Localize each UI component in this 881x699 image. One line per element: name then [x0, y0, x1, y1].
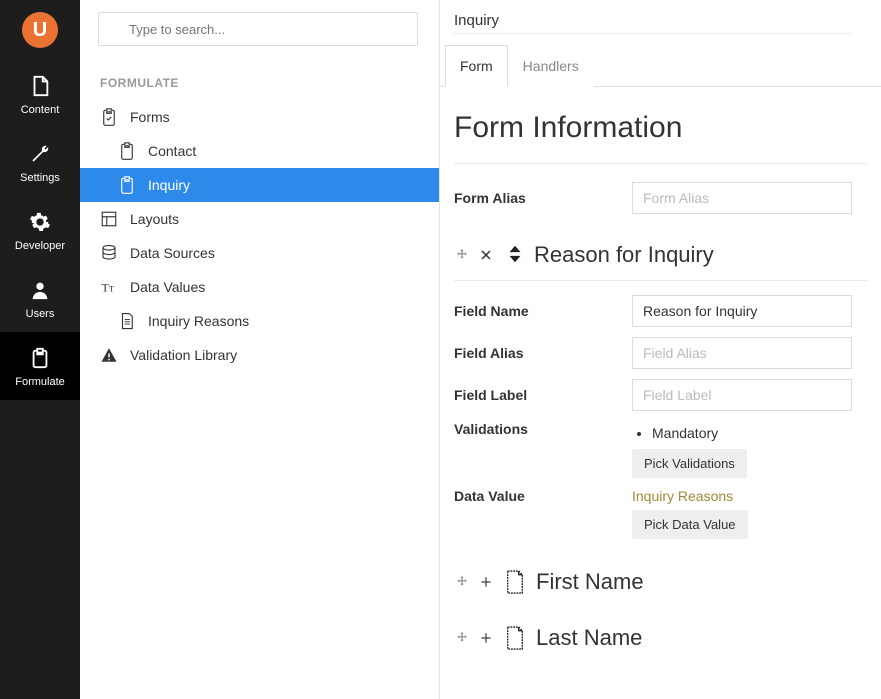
form-alias-input[interactable] [632, 182, 852, 214]
field-alias-label: Field Alias [454, 345, 632, 361]
data-value-text: Inquiry Reasons [632, 488, 852, 504]
tab-form[interactable]: Form [445, 45, 508, 87]
tree-label: Layouts [130, 211, 179, 227]
file-icon [28, 74, 52, 98]
nav-developer[interactable]: Developer [0, 196, 80, 264]
validation-item: Mandatory [652, 425, 852, 441]
move-icon[interactable] [454, 574, 470, 590]
block-title: First Name [536, 569, 644, 595]
nav-label: Developer [15, 240, 65, 252]
nav-label: Users [26, 308, 55, 320]
pick-data-value-button[interactable]: Pick Data Value [632, 510, 748, 539]
plus-icon[interactable] [478, 630, 494, 646]
close-icon[interactable] [478, 247, 494, 263]
validations-list: Mandatory [652, 425, 852, 441]
field-block-header-first-name: First Name [454, 569, 867, 607]
svg-text:T: T [109, 285, 114, 294]
tab-handlers[interactable]: Handlers [508, 45, 594, 87]
nav-settings[interactable]: Settings [0, 128, 80, 196]
field-block-header-reason: Reason for Inquiry [454, 242, 867, 281]
gear-icon [28, 210, 52, 234]
page-icon [504, 625, 526, 651]
form-alias-label: Form Alias [454, 190, 632, 206]
nav-label: Content [21, 104, 60, 116]
doc-icon [118, 312, 136, 330]
tree-panel: FORMULATE Forms Contact Inquiry [80, 0, 440, 699]
nav-label: Formulate [15, 376, 65, 388]
data-value-label: Data Value [454, 488, 632, 504]
nav-users[interactable]: Users [0, 264, 80, 332]
validations-label: Validations [454, 421, 632, 437]
tree-label: Data Values [130, 279, 205, 295]
move-icon[interactable] [454, 630, 470, 646]
field-alias-input[interactable] [632, 337, 852, 369]
app-sidebar: U Content Settings Developer Users [0, 0, 80, 699]
tree-label: Forms [130, 109, 170, 125]
pick-validations-button[interactable]: Pick Validations [632, 449, 747, 478]
block-title: Last Name [536, 625, 642, 651]
tree-item-data-sources[interactable]: Data Sources [80, 236, 439, 270]
tree-label: Inquiry [148, 177, 190, 193]
tree-label: Contact [148, 143, 196, 159]
field-block-header-last-name: Last Name [454, 625, 867, 663]
umbraco-logo-icon: U [22, 12, 58, 48]
warning-icon [100, 346, 118, 364]
tree-item-inquiry[interactable]: Inquiry [80, 168, 439, 202]
tree-item-validation-library[interactable]: Validation Library [80, 338, 439, 372]
clipboard-check-icon [100, 108, 118, 126]
plus-icon[interactable] [478, 574, 494, 590]
block-title: Reason for Inquiry [534, 242, 714, 268]
tree-item-forms[interactable]: Forms [80, 100, 439, 134]
tree: Forms Contact Inquiry Layouts [80, 100, 439, 372]
move-icon[interactable] [454, 247, 470, 263]
field-label-input[interactable] [632, 379, 852, 411]
nav-formulate[interactable]: Formulate [0, 332, 80, 400]
logo[interactable]: U [0, 0, 80, 60]
page-icon [504, 569, 526, 595]
tree-item-contact[interactable]: Contact [80, 134, 439, 168]
tree-label: Validation Library [130, 347, 237, 363]
field-name-input[interactable] [632, 295, 852, 327]
sort-icon[interactable] [504, 243, 526, 268]
search-input[interactable] [98, 12, 418, 46]
layout-icon [100, 210, 118, 228]
field-label-label: Field Label [454, 387, 632, 403]
panel-resize-handle[interactable] [436, 0, 442, 699]
field-name-label: Field Name [454, 303, 632, 319]
tree-label: Data Sources [130, 245, 215, 261]
clipboard-icon [28, 346, 52, 370]
text-icon: TT [100, 278, 118, 296]
tree-section-header: FORMULATE [80, 58, 439, 100]
section-title: Form Information [454, 111, 867, 145]
clipboard-icon [118, 142, 136, 160]
clipboard-icon [118, 176, 136, 194]
tree-label: Inquiry Reasons [148, 313, 249, 329]
wrench-icon [28, 142, 52, 166]
divider [454, 163, 867, 164]
form-title-input[interactable] [452, 8, 852, 34]
database-icon [100, 244, 118, 262]
nav-label: Settings [20, 172, 60, 184]
tabs: Form Handlers [440, 44, 881, 87]
tree-item-layouts[interactable]: Layouts [80, 202, 439, 236]
tree-item-inquiry-reasons[interactable]: Inquiry Reasons [80, 304, 439, 338]
user-icon [28, 278, 52, 302]
nav-content[interactable]: Content [0, 60, 80, 128]
tree-item-data-values[interactable]: TT Data Values [80, 270, 439, 304]
main-content: Form Handlers Form Information Form Alia… [440, 0, 881, 699]
